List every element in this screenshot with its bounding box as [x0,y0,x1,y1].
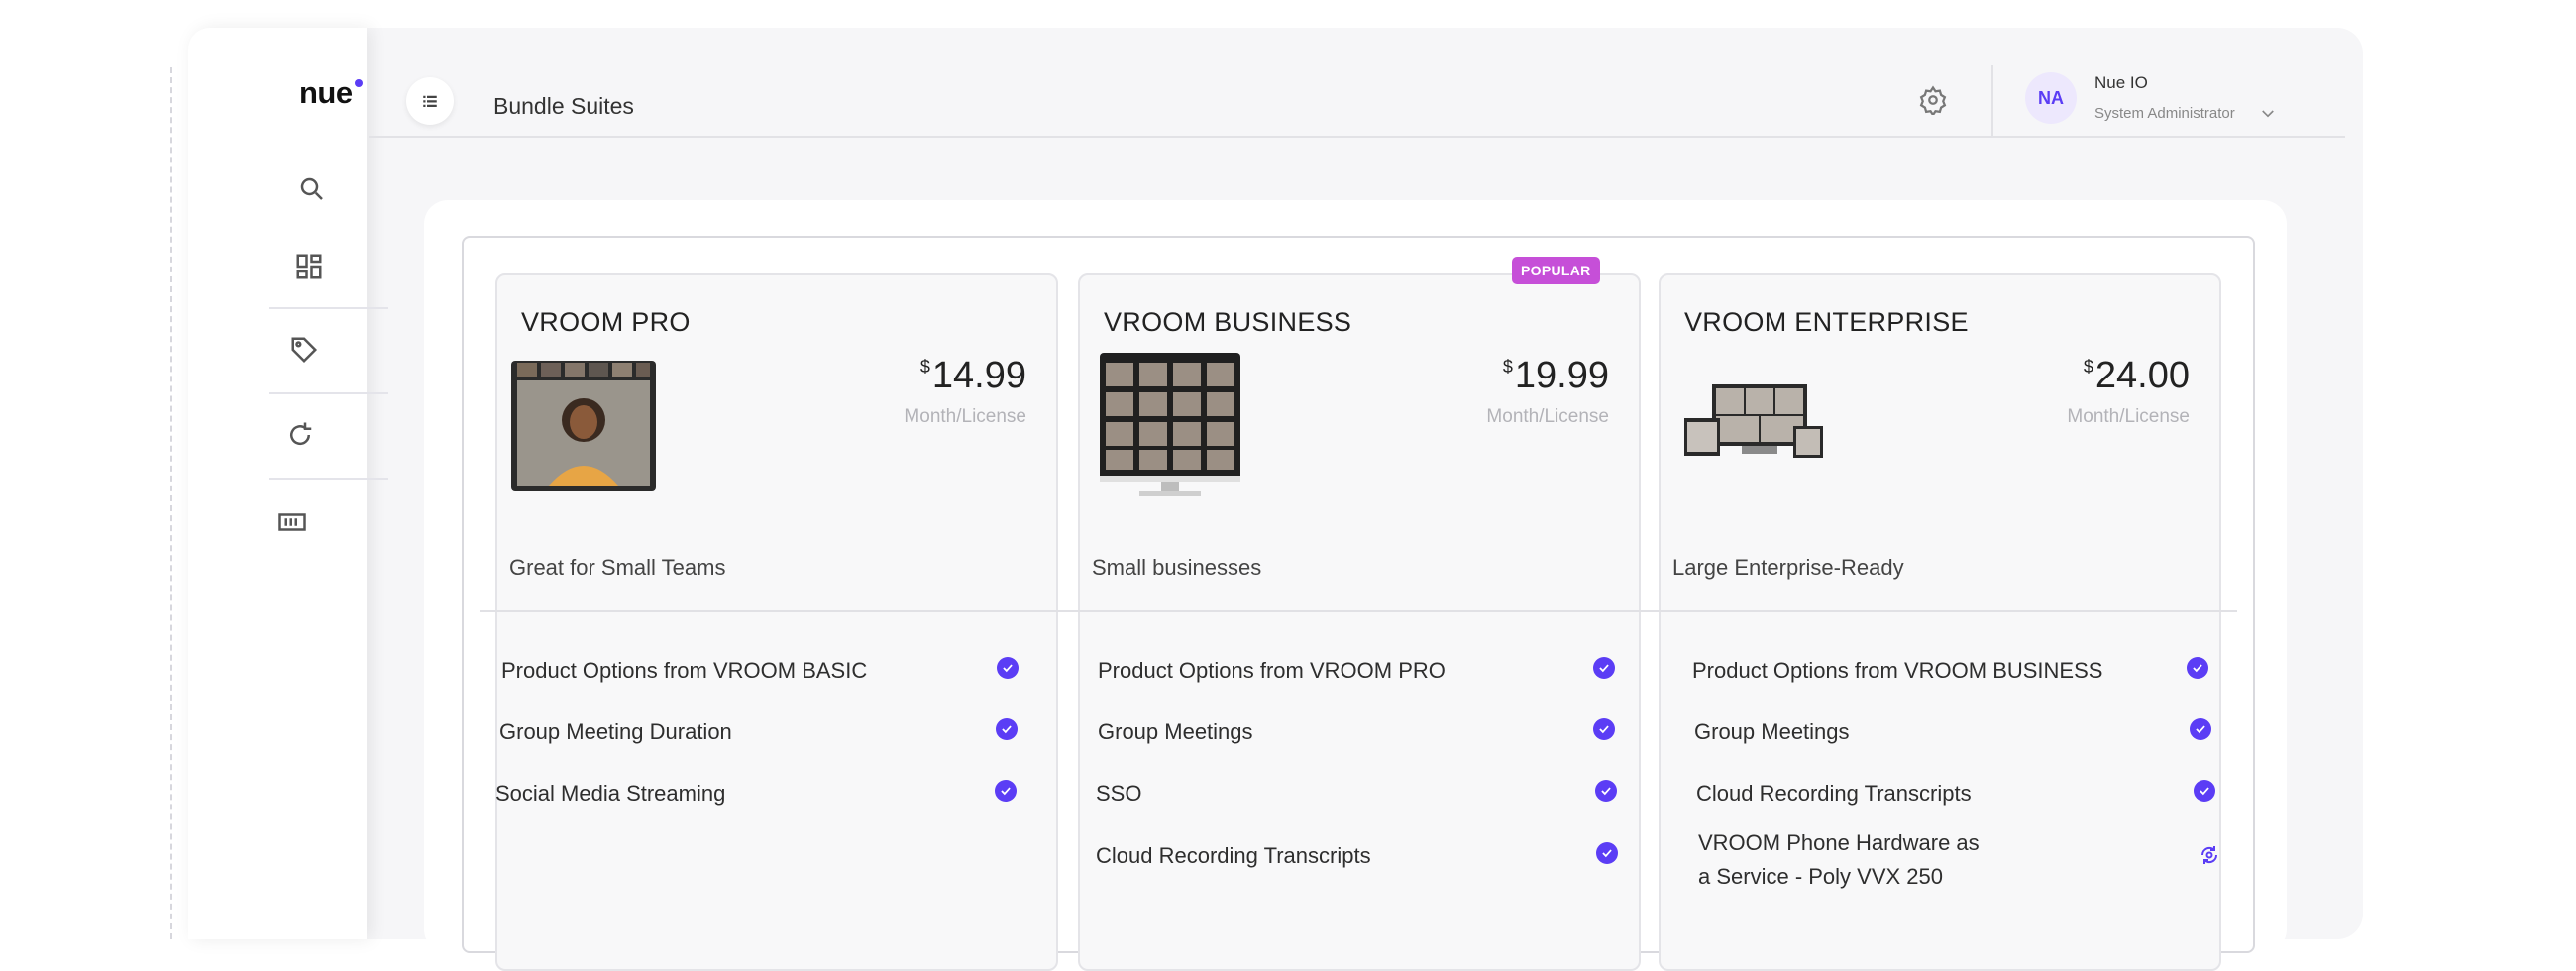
card-divider [1062,610,1657,612]
user-role: System Administrator [2094,105,2235,122]
check-circle-icon [1593,718,1615,740]
check-circle-icon [996,718,1018,740]
feature-label: Group Meetings [1694,719,1850,744]
search-icon[interactable] [297,174,327,204]
plan-price: $24.00 [2083,355,2190,396]
check-circle-icon [1593,657,1615,679]
plan-tagline: Great for Small Teams [509,555,726,580]
price-unit: Month/License [2067,406,2190,427]
feature-label: Product Options from VROOM PRO [1098,658,1446,683]
gear-icon[interactable] [1918,85,1948,118]
plan-tagline: Small businesses [1092,555,1262,580]
video-call-image [511,361,656,491]
sidebar [170,28,367,939]
check-circle-icon [2187,657,2208,679]
user-name: Nue IO [2094,73,2148,92]
list-icon [423,95,437,107]
check-circle-icon [995,780,1017,802]
feature-label: Social Media Streaming [495,781,726,806]
sidebar-divider [269,307,388,309]
chevron-down-icon[interactable] [2259,107,2277,121]
card-divider [1643,610,2237,612]
check-circle-icon [1596,842,1618,864]
sidebar-divider [269,478,388,480]
subscription-icon [2198,843,2221,867]
devices-image [1684,384,1823,458]
feature-label: Product Options from VROOM BASIC [501,658,868,683]
plan-tagline: Large Enterprise-Ready [1672,555,1904,580]
header-divider [1991,65,1993,137]
page-title: Bundle Suites [493,93,634,119]
price-unit: Month/License [904,406,1026,427]
feature-label: Product Options from VROOM BUSINESS [1692,658,2103,683]
check-circle-icon [997,657,1019,679]
feature-label: SSO [1096,781,1142,806]
feature-label: Cloud Recording Transcripts [1696,781,1972,806]
tag-icon[interactable] [289,335,319,365]
feature-label: Cloud Recording Transcripts [1096,843,1371,868]
sidebar-dashed-edge [170,67,172,939]
avatar[interactable]: NA [2025,72,2077,124]
app-logo[interactable]: nue [299,75,363,111]
header-divider [369,136,2345,138]
plan-name: VROOM BUSINESS [1104,307,1352,337]
monitor-grid-image [1100,353,1240,496]
popular-badge: POPULAR [1512,257,1600,284]
plan-name: VROOM ENTERPRISE [1684,307,1969,337]
feature-label: Group Meetings [1098,719,1253,744]
plan-price: $14.99 [919,355,1026,396]
plan-price: $19.99 [1502,355,1609,396]
sidebar-divider [269,392,388,394]
feature-label: VROOM Phone Hardware as a Service - Poly… [1698,830,1980,889]
price-unit: Month/License [1486,406,1609,427]
menu-button[interactable] [406,77,454,125]
refresh-icon[interactable] [285,420,315,450]
dashboard-icon[interactable] [294,252,324,281]
plan-name: VROOM PRO [521,307,691,337]
check-circle-icon [2190,718,2211,740]
check-circle-icon [1595,780,1617,802]
feature-label: Group Meeting Duration [499,719,732,744]
check-circle-icon [2194,780,2215,802]
card-divider [480,610,1074,612]
ticket-icon[interactable] [277,507,307,537]
